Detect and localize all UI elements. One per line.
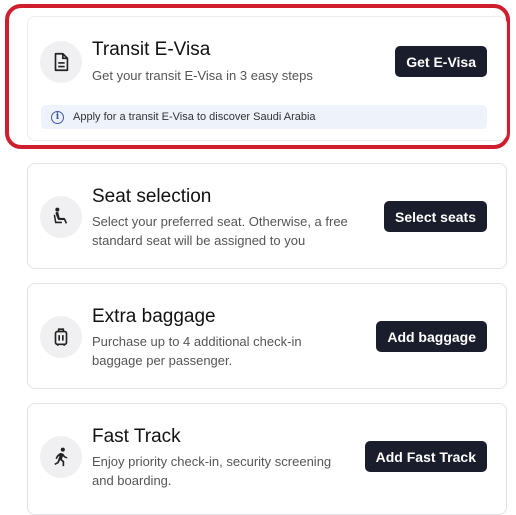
extra-baggage-card: Extra baggage Purchase up to 4 additiona… [27, 283, 507, 389]
info-icon: i [51, 110, 64, 124]
fast-track-description: Enjoy priority check-in, security screen… [92, 454, 332, 488]
evisa-info-banner: i Apply for a transit E-Visa to discover… [41, 105, 487, 129]
baggage-description: Purchase up to 4 additional check-in bag… [92, 334, 302, 368]
select-seats-button[interactable]: Select seats [384, 201, 487, 232]
seat-title: Seat selection [92, 186, 212, 207]
transit-evisa-card: Transit E-Visa Get your transit E-Visa i… [27, 16, 507, 141]
get-evisa-button[interactable]: Get E-Visa [395, 46, 487, 77]
fast-track-card: Fast Track Enjoy priority check-in, secu… [27, 403, 507, 515]
seat-description: Select your preferred seat. Otherwise, a… [92, 214, 348, 248]
evisa-title: Transit E-Visa [92, 39, 211, 60]
seat-icon [40, 196, 82, 238]
evisa-description: Get your transit E-Visa in 3 easy steps [92, 68, 313, 83]
seat-selection-card: Seat selection Select your preferred sea… [27, 163, 507, 269]
luggage-icon [40, 316, 82, 358]
evisa-info-text: Apply for a transit E-Visa to discover S… [73, 111, 316, 123]
add-fast-track-button[interactable]: Add Fast Track [364, 441, 487, 472]
running-person-icon [40, 436, 82, 478]
document-icon [40, 41, 82, 83]
baggage-title: Extra baggage [92, 306, 216, 327]
fast-track-title: Fast Track [92, 426, 181, 447]
add-baggage-button[interactable]: Add baggage [376, 321, 487, 352]
